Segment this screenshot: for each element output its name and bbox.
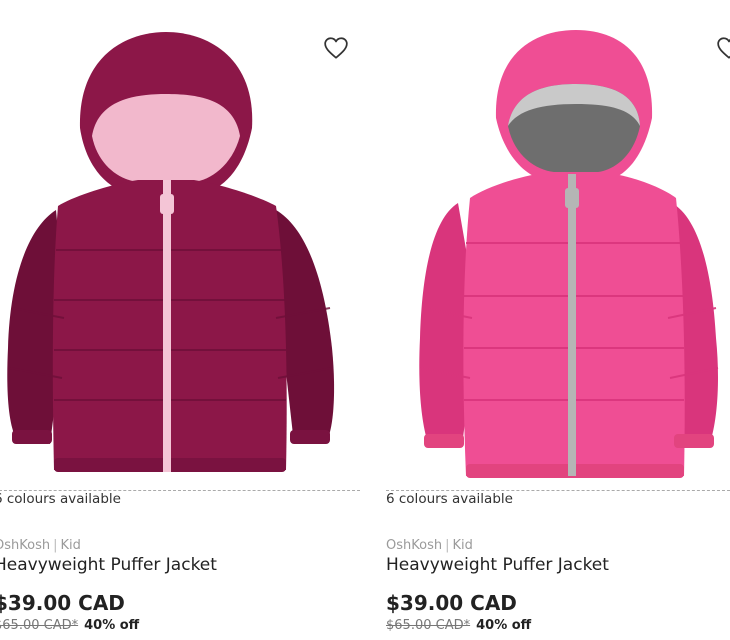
colours-available[interactable]: 6 colours available — [0, 491, 121, 507]
wishlist-heart-icon[interactable] — [716, 36, 730, 60]
product-card[interactable]: 6 colours available OshKosh|Kid Heavywei… — [386, 0, 730, 640]
product-image[interactable] — [0, 18, 360, 488]
product-name[interactable]: Heavyweight Puffer Jacket — [386, 555, 609, 575]
original-price: $65.00 CAD* — [386, 618, 471, 633]
brand-line: OshKosh|Kid — [0, 538, 81, 553]
category-label: Kid — [452, 538, 473, 553]
sale-price: $39.00 CAD — [0, 591, 125, 615]
brand-name: OshKosh — [0, 538, 51, 553]
brand-line: OshKosh|Kid — [386, 538, 473, 553]
discount-badge: 40% off — [476, 618, 532, 633]
brand-name: OshKosh — [386, 538, 443, 553]
product-card[interactable]: 6 colours available OshKosh|Kid Heavywei… — [0, 0, 360, 640]
price-discount-row: $65.00 CAD* 40% off — [0, 618, 139, 633]
product-name[interactable]: Heavyweight Puffer Jacket — [0, 555, 217, 575]
price-discount-row: $65.00 CAD* 40% off — [386, 618, 531, 633]
discount-badge: 40% off — [84, 618, 140, 633]
colours-available[interactable]: 6 colours available — [386, 491, 513, 507]
wishlist-heart-icon[interactable] — [323, 36, 349, 60]
category-label: Kid — [60, 538, 81, 553]
original-price: $65.00 CAD* — [0, 618, 79, 633]
product-image[interactable] — [386, 18, 730, 488]
sale-price: $39.00 CAD — [386, 591, 517, 615]
